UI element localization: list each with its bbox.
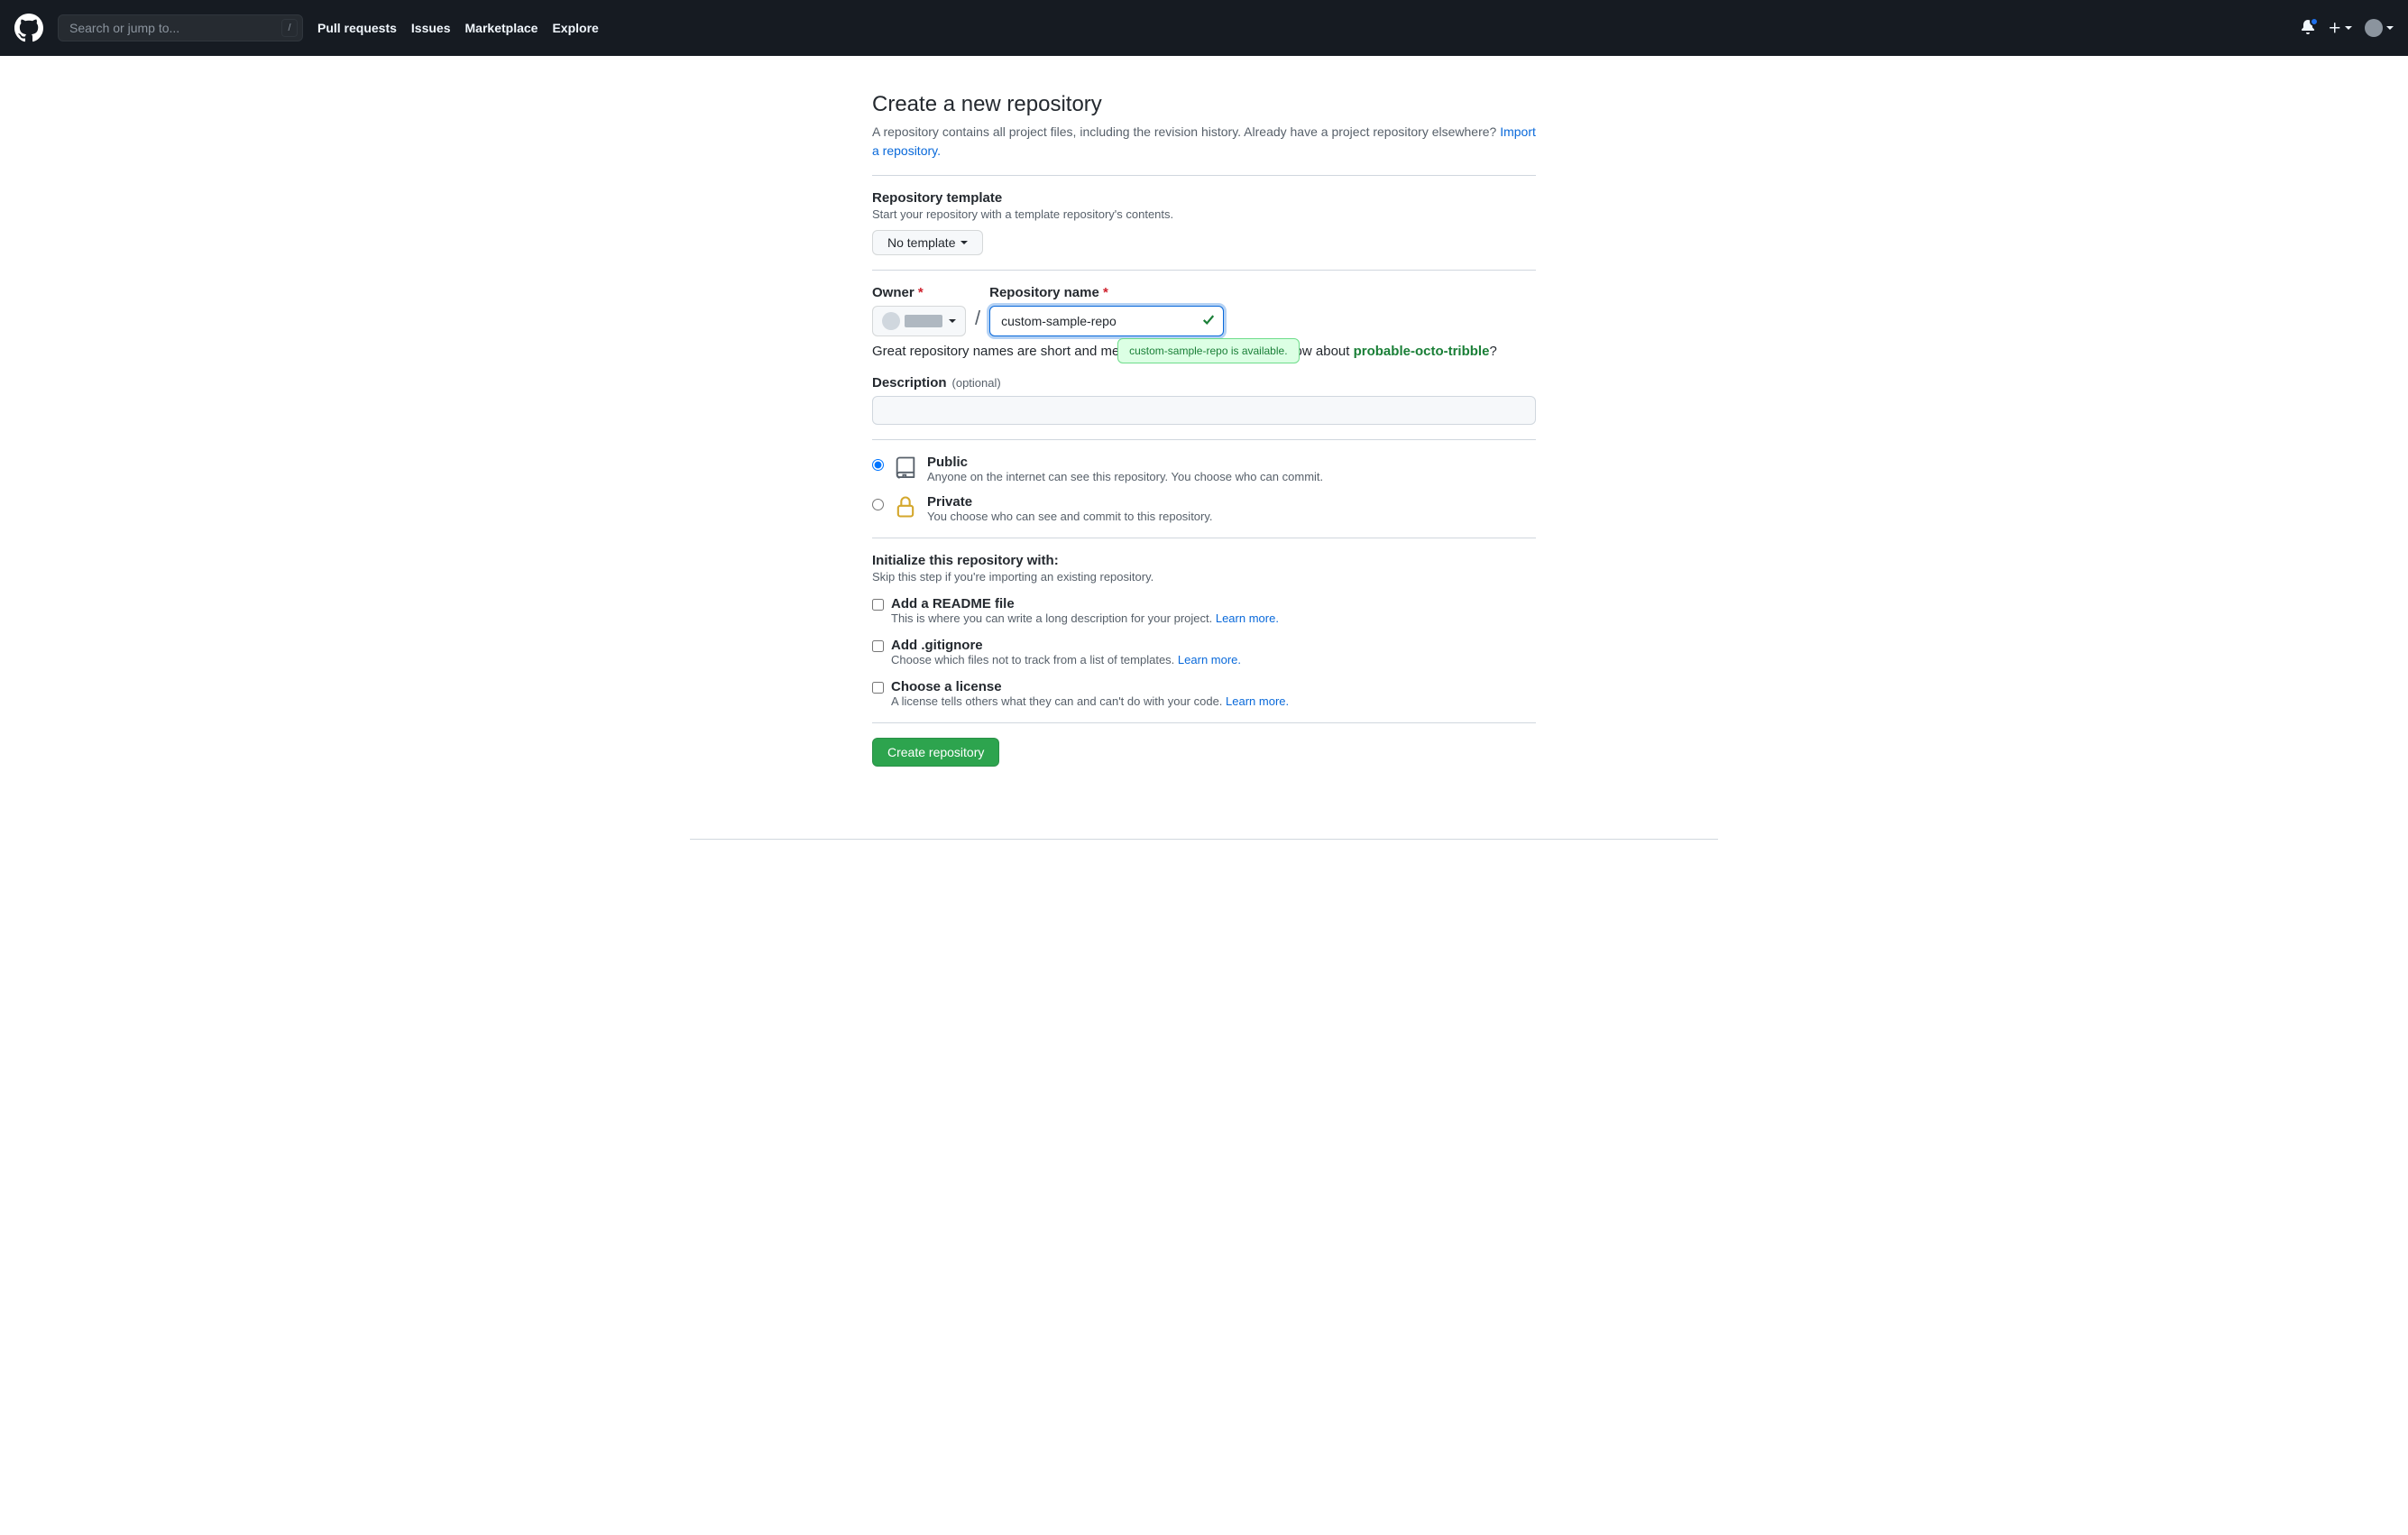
caret-down-icon — [2386, 26, 2394, 30]
subtitle-text: A repository contains all project files,… — [872, 124, 1500, 139]
init-gitignore-title: Add .gitignore — [891, 638, 1241, 653]
init-gitignore-checkbox[interactable] — [872, 640, 884, 652]
license-learn-more-link[interactable]: Learn more. — [1226, 694, 1289, 708]
template-select[interactable]: No template — [872, 230, 983, 255]
init-gitignore-desc: Choose which files not to track from a l… — [891, 653, 1241, 666]
path-separator: / — [975, 307, 980, 336]
owner-label: Owner * — [872, 285, 966, 300]
init-license-title: Choose a license — [891, 679, 1289, 694]
init-readme-desc: This is where you can write a long descr… — [891, 611, 1279, 625]
divider — [872, 175, 1536, 176]
visibility-public-row: Public Anyone on the internet can see th… — [872, 455, 1536, 483]
footer-divider — [690, 839, 1718, 840]
init-license-desc: A license tells others what they can and… — [891, 694, 1289, 708]
owner-column: Owner * — [872, 285, 966, 336]
required-asterisk: * — [1103, 285, 1108, 300]
nav-links: Pull requests Issues Marketplace Explore — [317, 21, 599, 35]
visibility-private-radio[interactable] — [872, 499, 884, 510]
visibility-public-title: Public — [927, 455, 1323, 470]
page-title: Create a new repository — [872, 92, 1536, 117]
repo-name-input[interactable] — [989, 306, 1224, 336]
description-optional: (optional) — [952, 376, 1001, 390]
availability-tooltip: custom-sample-repo is available. — [1117, 338, 1299, 363]
caret-down-icon — [960, 241, 968, 244]
visibility-private-title: Private — [927, 494, 1213, 510]
repo-name-column: Repository name * custom-sample-repo is … — [989, 285, 1224, 336]
page-subtitle: A repository contains all project files,… — [872, 123, 1536, 161]
init-readme-desc-text: This is where you can write a long descr… — [891, 611, 1216, 625]
description-label: Description — [872, 375, 947, 391]
initialize-heading: Initialize this repository with: — [872, 553, 1536, 568]
visibility-private-text: Private You choose who can see and commi… — [927, 494, 1213, 523]
main-header: / Pull requests Issues Marketplace Explo… — [0, 0, 2408, 56]
gitignore-learn-more-link[interactable]: Learn more. — [1178, 653, 1241, 666]
readme-learn-more-link[interactable]: Learn more. — [1216, 611, 1279, 625]
owner-name — [905, 315, 942, 327]
owner-avatar — [882, 312, 900, 330]
init-license-desc-text: A license tells others what they can and… — [891, 694, 1226, 708]
caret-down-icon — [2345, 26, 2352, 30]
initialize-sub: Skip this step if you're importing an ex… — [872, 570, 1536, 584]
visibility-public-text: Public Anyone on the internet can see th… — [927, 455, 1323, 483]
search-input[interactable] — [58, 14, 303, 41]
init-license-checkbox[interactable] — [872, 682, 884, 694]
search-wrap: / — [58, 14, 303, 41]
nav-pull-requests[interactable]: Pull requests — [317, 21, 397, 35]
visibility-public-desc: Anyone on the internet can see this repo… — [927, 470, 1323, 483]
divider — [872, 722, 1536, 723]
template-label: Repository template — [872, 190, 1536, 206]
init-gitignore-row: Add .gitignore Choose which files not to… — [872, 638, 1536, 666]
notifications-button[interactable] — [2301, 20, 2315, 37]
template-select-text: No template — [887, 235, 955, 250]
description-input[interactable] — [872, 396, 1536, 425]
repo-name-label-text: Repository name — [989, 285, 1099, 300]
init-readme-row: Add a README file This is where you can … — [872, 596, 1536, 625]
init-gitignore-desc-text: Choose which files not to track from a l… — [891, 653, 1178, 666]
init-readme-checkbox[interactable] — [872, 599, 884, 611]
init-readme-title: Add a README file — [891, 596, 1279, 611]
caret-down-icon — [949, 319, 956, 323]
required-asterisk: * — [918, 285, 924, 300]
inspire-post: ? — [1489, 344, 1496, 359]
owner-label-text: Owner — [872, 285, 914, 300]
main-container: Create a new repository A repository con… — [858, 92, 1550, 803]
init-license-row: Choose a license A license tells others … — [872, 679, 1536, 708]
description-label-row: Description (optional) — [872, 375, 1536, 391]
lock-icon — [893, 494, 918, 522]
avatar — [2365, 19, 2383, 37]
repo-name-label: Repository name * — [989, 285, 1224, 300]
check-icon — [1202, 314, 1215, 329]
header-right — [2301, 19, 2394, 37]
template-section: Repository template Start your repositor… — [872, 190, 1536, 255]
repo-icon — [893, 455, 918, 483]
owner-select[interactable] — [872, 306, 966, 336]
suggestion-link[interactable]: probable-octo-tribble — [1354, 344, 1490, 359]
github-logo[interactable] — [14, 14, 43, 42]
slash-key-icon: / — [281, 19, 298, 37]
visibility-private-desc: You choose who can see and commit to thi… — [927, 510, 1213, 523]
footer — [627, 839, 1781, 840]
user-menu-button[interactable] — [2365, 19, 2394, 37]
visibility-public-radio[interactable] — [872, 459, 884, 471]
nav-issues[interactable]: Issues — [411, 21, 451, 35]
nav-marketplace[interactable]: Marketplace — [465, 21, 538, 35]
visibility-private-row: Private You choose who can see and commi… — [872, 494, 1536, 523]
create-repository-button[interactable]: Create repository — [872, 738, 999, 767]
divider — [872, 439, 1536, 440]
divider — [872, 270, 1536, 271]
notification-dot-icon — [2310, 17, 2319, 26]
create-new-button[interactable] — [2328, 21, 2352, 35]
template-sub: Start your repository with a template re… — [872, 207, 1536, 221]
nav-explore[interactable]: Explore — [552, 21, 598, 35]
owner-repo-row: Owner * / Repository name * custom-sampl… — [872, 285, 1536, 336]
